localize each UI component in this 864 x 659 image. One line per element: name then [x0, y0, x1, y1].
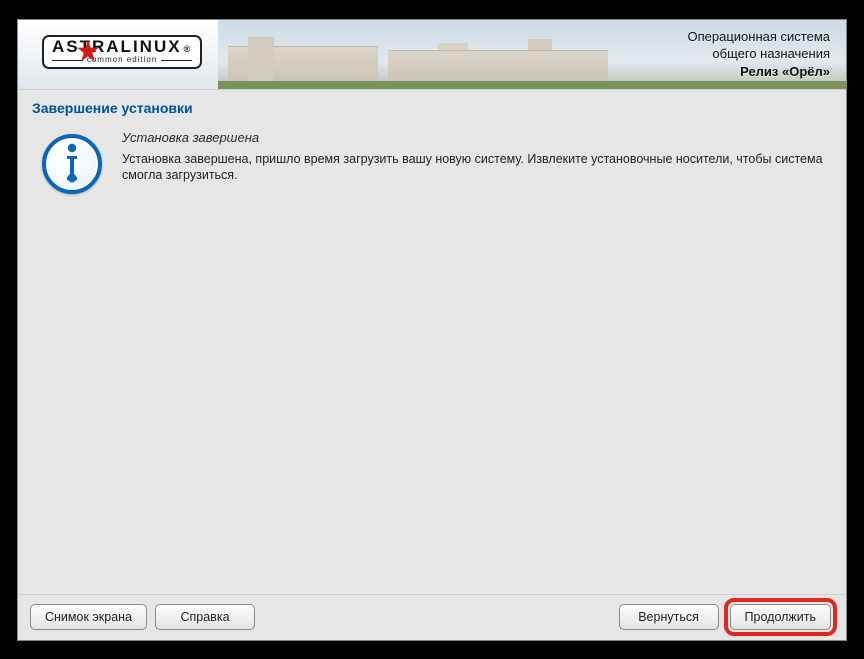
page-title: Завершение установки: [18, 90, 846, 122]
help-button[interactable]: Справка: [155, 604, 255, 630]
logo-box: ASTRALINUX ® common edition: [42, 35, 202, 69]
banner-line2: общего назначения: [688, 45, 831, 63]
logo-text: ASTRALINUX: [52, 38, 182, 55]
continue-highlight: Продолжить: [727, 601, 834, 633]
bottom-bar: Снимок экрана Справка Вернуться Продолжи…: [18, 594, 846, 640]
message-body: Установка завершена, пришло время загруз…: [122, 151, 828, 185]
banner: ASTRALINUX ® common edition Операционная…: [18, 20, 846, 90]
message-block: Установка завершена Установка завершена,…: [122, 130, 828, 594]
back-button[interactable]: Вернуться: [619, 604, 719, 630]
banner-text: Операционная система общего назначения Р…: [688, 28, 831, 81]
banner-line1: Операционная система: [688, 28, 831, 46]
content-area: Установка завершена Установка завершена,…: [18, 122, 846, 594]
message-heading: Установка завершена: [122, 130, 828, 145]
info-icon: [42, 134, 102, 194]
logo: ASTRALINUX ® common edition: [28, 39, 202, 69]
continue-button[interactable]: Продолжить: [730, 604, 831, 630]
logo-registered: ®: [184, 45, 193, 54]
banner-release: Релиз «Орёл»: [688, 63, 831, 81]
installer-window: ASTRALINUX ® common edition Операционная…: [17, 19, 847, 641]
screenshot-button[interactable]: Снимок экрана: [30, 604, 147, 630]
